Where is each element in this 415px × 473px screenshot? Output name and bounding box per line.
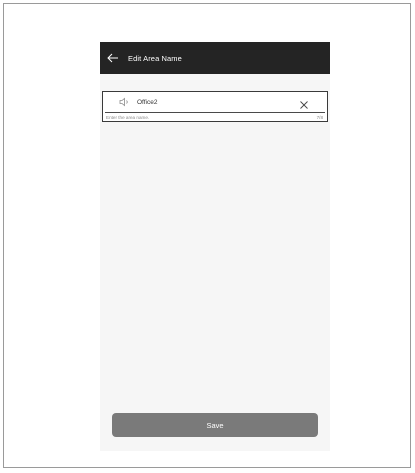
helper-row: Enter the area name. 7/8 bbox=[103, 113, 327, 122]
area-name-input[interactable] bbox=[137, 96, 287, 108]
document-frame: Edit Area Name Enter the bbox=[3, 3, 411, 468]
app-bar: Edit Area Name bbox=[100, 42, 330, 74]
page-title: Edit Area Name bbox=[128, 53, 182, 63]
arrow-left-icon[interactable] bbox=[107, 51, 121, 65]
area-name-row bbox=[103, 92, 327, 112]
save-button[interactable]: Save bbox=[112, 413, 318, 437]
phone-screen: Edit Area Name Enter the bbox=[100, 42, 330, 451]
area-name-card: Enter the area name. 7/8 bbox=[102, 91, 328, 122]
close-icon[interactable] bbox=[299, 97, 309, 109]
helper-text: Enter the area name. bbox=[106, 115, 150, 120]
character-counter: 7/8 bbox=[316, 115, 323, 120]
speaker-icon bbox=[119, 97, 131, 107]
